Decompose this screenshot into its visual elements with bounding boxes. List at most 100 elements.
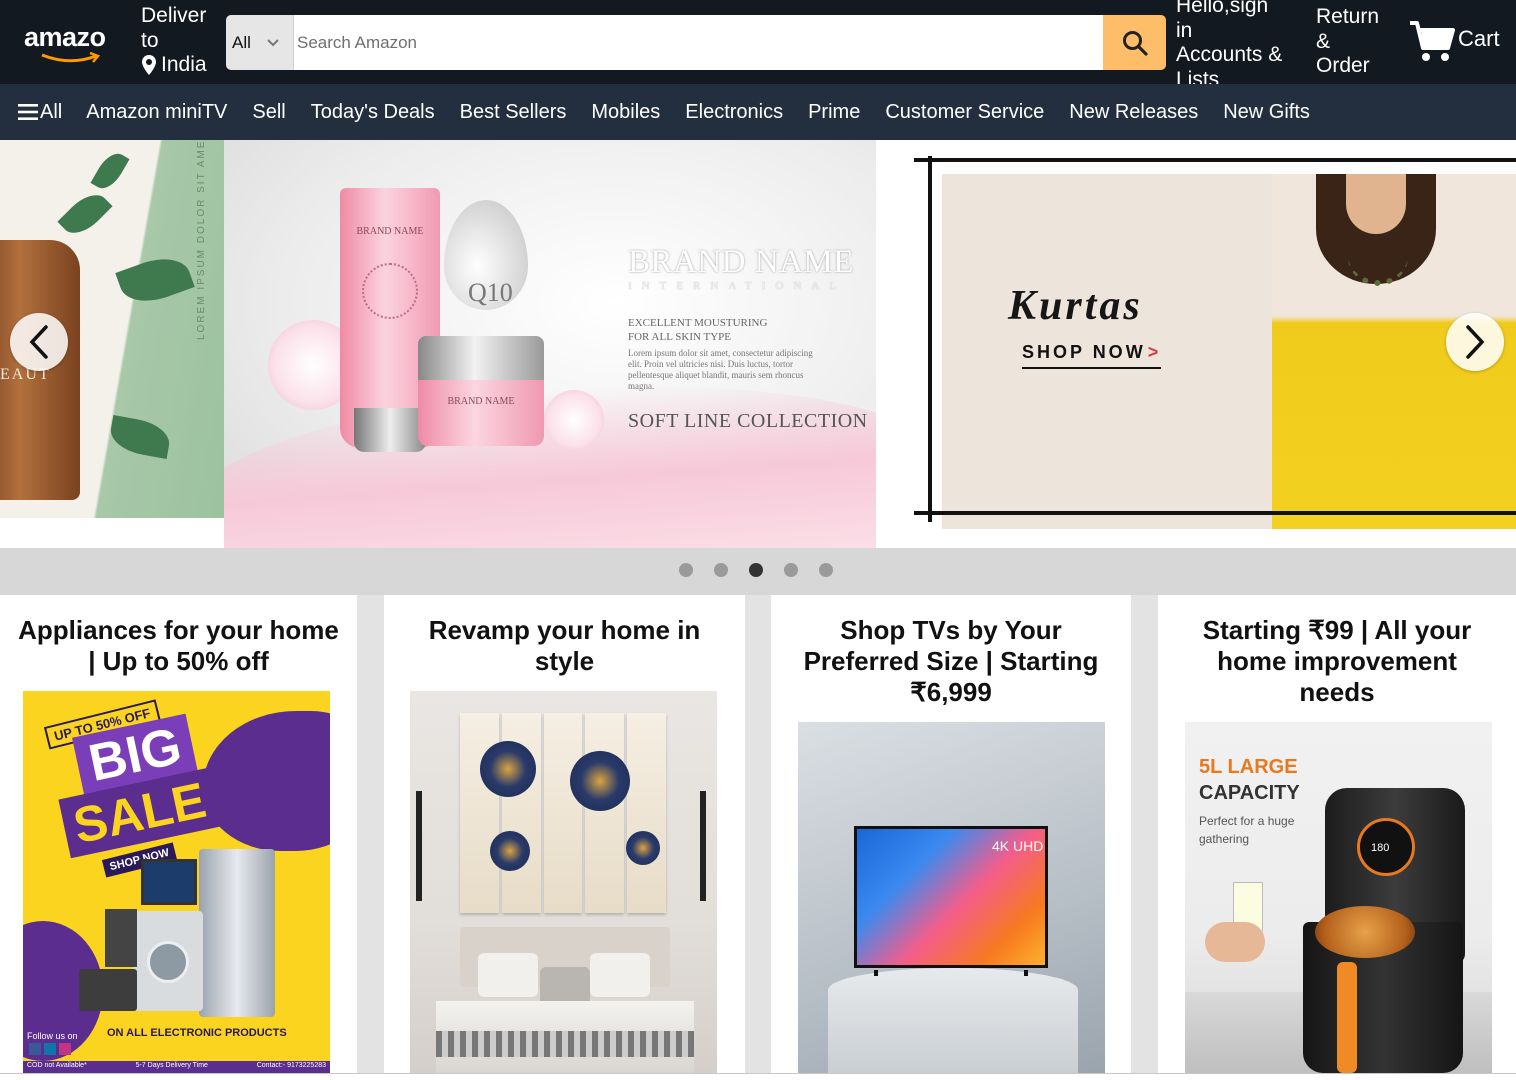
tv-promo-image[interactable]: 4K UHD — [798, 722, 1105, 1073]
facebook-icon — [29, 1043, 41, 1055]
carousel-slide-skincare[interactable]: BRAND NAME Q10 BRAND NAME BRAND NAME INT… — [224, 140, 876, 548]
brand-subtitle: INTERNATIONAL — [628, 280, 846, 292]
logo-text: amazo — [24, 22, 106, 52]
hamburger-menu-icon — [18, 104, 38, 120]
tube-logo — [362, 263, 418, 319]
jar-brand-text: BRAND NAME — [447, 396, 515, 407]
wall-art-panel — [585, 713, 625, 913]
account-lists[interactable]: Hello,sign in Accounts & Lists — [1176, 0, 1296, 92]
carousel-next-button[interactable] — [1446, 313, 1504, 371]
carousel-dot[interactable] — [679, 563, 693, 577]
banner-footer-text: ON ALL ELECTRONIC PRODUCTS — [107, 1027, 287, 1039]
hero-carousel[interactable]: EAUT LOREM IPSUM DOLOR SIT AMET BRAND NA… — [0, 140, 1516, 548]
search-button[interactable] — [1103, 15, 1166, 70]
banner-delivery-text: 5-7 Days Delivery Time — [135, 1062, 208, 1069]
fridge-image — [199, 849, 275, 1017]
nav-item-mobiles[interactable]: Mobiles — [591, 101, 660, 124]
tv-label: 4K UHD — [992, 838, 1044, 854]
chevron-down-icon — [267, 38, 279, 46]
tube-cap — [354, 408, 426, 452]
capacity-desc: Perfect for a huge — [1199, 814, 1295, 828]
capacity-title: 5L LARGE — [1199, 756, 1298, 778]
carousel-dot[interactable] — [819, 563, 833, 577]
nav-item-electronics[interactable]: Electronics — [685, 101, 783, 124]
logo-smile-icon — [41, 52, 101, 63]
banner-cod-text: COD not Available* — [27, 1062, 87, 1069]
frame-line — [914, 511, 1516, 515]
header-bar: amazo Deliver to India All Search Amazon… — [0, 0, 1516, 91]
cart-button[interactable]: Cart — [1408, 20, 1500, 64]
page-bottom-edge — [0, 1073, 1516, 1080]
search-icon — [1122, 30, 1148, 56]
carousel-dot-active[interactable] — [749, 563, 763, 577]
nav-item-prime[interactable]: Prime — [808, 101, 860, 124]
brand-desc-line2: FOR ALL SKIN TYPE — [628, 331, 731, 343]
nav-item-new-gifts[interactable]: New Gifts — [1223, 101, 1310, 124]
shop-now-link[interactable]: SHOP NOW > — [1022, 342, 1162, 369]
capacity-subtitle: CAPACITY — [1199, 782, 1300, 804]
search-input[interactable] — [294, 15, 1103, 70]
bed-throw — [436, 1031, 694, 1057]
nav-all-menu[interactable]: All — [18, 101, 62, 124]
leaf-image — [107, 415, 173, 459]
search-category-select[interactable]: All — [226, 15, 294, 70]
nav-item-best-sellers[interactable]: Best Sellers — [460, 101, 567, 124]
chevron-left-icon — [29, 325, 48, 359]
microwave-image — [79, 969, 137, 1011]
nav-item-customer-service[interactable]: Customer Service — [885, 101, 1044, 124]
home-decor-image[interactable] — [410, 691, 717, 1073]
wall-art-panel — [543, 713, 583, 913]
carousel-slide-kurtas[interactable]: Kurtas SHOP NOW > — [876, 140, 1516, 548]
carousel-prev-button[interactable] — [10, 313, 68, 371]
carousel-dots — [679, 563, 833, 577]
nav-item-new-releases[interactable]: New Releases — [1069, 101, 1198, 124]
tv-image — [141, 859, 197, 905]
frame-line — [928, 156, 932, 522]
category-card-tvs[interactable]: Shop TVs by Your Preferred Size | Starti… — [771, 595, 1131, 1073]
capacity-desc: gathering — [1199, 832, 1250, 846]
nav-all-label: All — [40, 100, 63, 123]
returns-amp: & — [1316, 29, 1331, 53]
category-card-home-improvement[interactable]: Starting ₹99 | All your home improvement… — [1158, 595, 1516, 1073]
deliver-label: Deliver — [141, 4, 207, 27]
account-label: Accounts & — [1176, 43, 1283, 66]
brand-collection: SOFT LINE COLLECTION — [628, 410, 868, 432]
nav-item-todays-deals[interactable]: Today's Deals — [311, 101, 435, 124]
deliver-to[interactable]: Deliver to India — [141, 4, 221, 78]
carousel-dot[interactable] — [784, 563, 798, 577]
orders-label: Order — [1316, 54, 1370, 77]
art-flower — [570, 751, 630, 811]
category-card-home-decor[interactable]: Revamp your home in style — [384, 595, 745, 1073]
shop-now-label: SHOP NOW — [1022, 342, 1146, 362]
brand-title: BRAND NAME — [628, 244, 854, 280]
slide-vertical-text: LOREM IPSUM DOLOR SIT AMET — [196, 140, 207, 340]
big-sale-banner[interactable]: UP TO 50% OFF BIG SALE SHOP NOW ON ALL E… — [23, 691, 330, 1073]
cart-label: Cart — [1458, 26, 1500, 51]
kurtas-title: Kurtas — [1008, 283, 1143, 329]
wall-art-panel — [460, 713, 499, 913]
art-flower — [480, 741, 536, 797]
banner-follow-text: Follow us on — [27, 1031, 78, 1041]
tv-pedestal — [828, 968, 1078, 1073]
brand-description: EXCELLENT MOUSTURING FOR ALL SKIN TYPE — [628, 316, 818, 344]
shop-now-arrow: > — [1147, 342, 1162, 362]
brand-lorem: Lorem ipsum dolor sit amet, consectetur … — [628, 348, 813, 391]
nav-item-sell[interactable]: Sell — [252, 101, 285, 124]
wall-lamp — [700, 791, 706, 901]
air-fryer-image[interactable]: 5L LARGE CAPACITY Perfect for a huge gat… — [1185, 722, 1492, 1073]
returns-orders[interactable]: Return & Order — [1316, 5, 1396, 79]
category-card-appliances[interactable]: Appliances for your home | Up to 50% off… — [0, 595, 357, 1073]
pillow — [478, 953, 538, 997]
art-flower — [626, 831, 660, 865]
air-fryer-handle — [1337, 962, 1357, 1073]
card-title: Shop TVs by Your Preferred Size | Starti… — [803, 615, 1099, 707]
chevron-right-icon — [1466, 325, 1485, 359]
search-bar: All — [226, 15, 1166, 70]
card-title: Starting ₹99 | All your home improvement… — [1202, 615, 1472, 707]
leaf-image — [90, 148, 130, 194]
amazon-logo[interactable]: amazo — [18, 18, 110, 66]
nav-item-minitv[interactable]: Amazon miniTV — [86, 101, 227, 124]
art-flower — [490, 831, 530, 871]
carousel-dot[interactable] — [714, 563, 728, 577]
card-title: Revamp your home in style — [428, 615, 701, 676]
